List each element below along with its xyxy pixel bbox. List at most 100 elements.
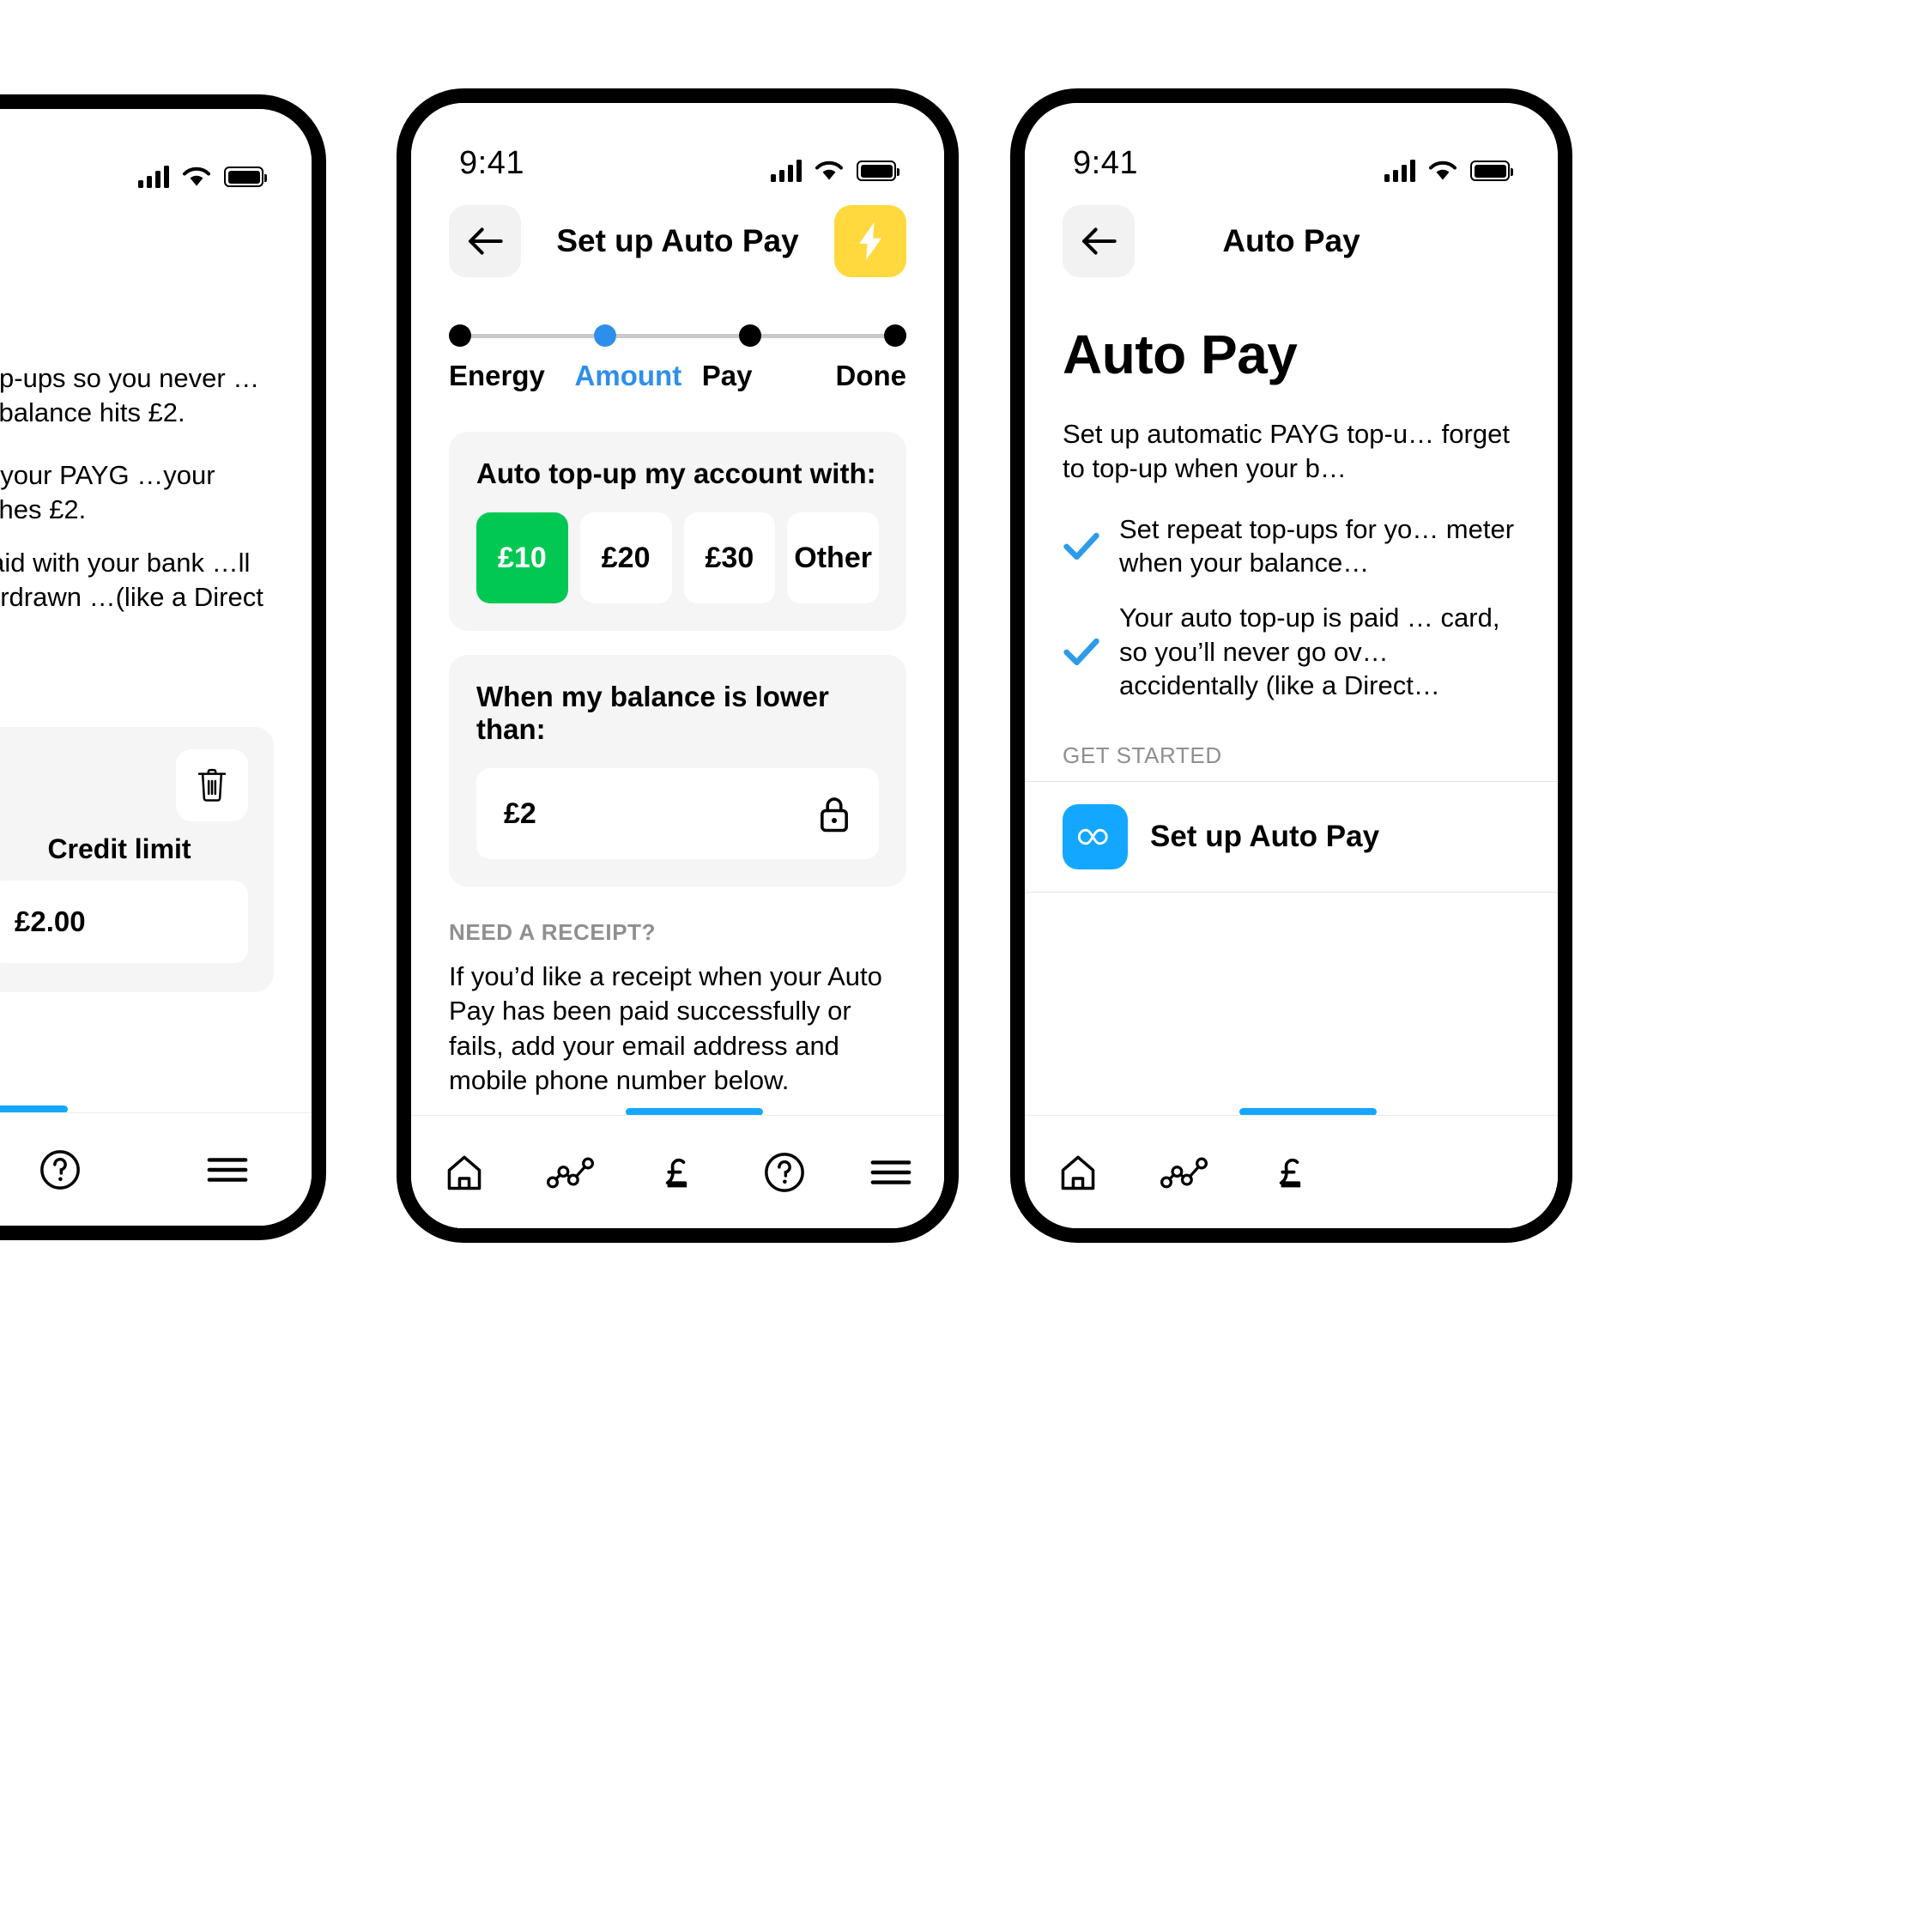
lock-icon [821,797,848,833]
credit-limit-value[interactable]: £2.00 [0,881,248,964]
topup-amount-card: Auto top-up my account with: £10 £20 £30… [449,432,906,631]
help-icon [40,1149,80,1190]
threshold-field[interactable]: £2 [476,768,879,859]
signal-icon [137,166,169,188]
tab-spacer [1345,1116,1451,1228]
back-button[interactable] [1063,205,1135,277]
back-button[interactable] [449,205,521,277]
screen-right: 9:41 Auto Pay Auto Pay Set up automatic … [1025,103,1558,1228]
infinity-icon [1063,803,1128,869]
home-icon [447,1155,481,1190]
tab-menu[interactable] [838,1116,944,1228]
credit-limit-card: Credit limit £2.00 [0,727,274,993]
back-arrow-icon [1082,227,1117,255]
credit-limit-label: Credit limit [47,833,191,865]
stepper-bar [471,333,594,338]
amount-option-20[interactable]: £20 [579,512,672,603]
stepper-bar [761,333,884,338]
tab-home[interactable] [411,1116,518,1228]
step-dot-energy[interactable] [449,324,471,347]
phone-middle: 9:41 Set up Auto Pay Energy Amount Pay D… [397,88,959,1243]
balance-threshold-card: When my balance is lower than: £2 [449,655,906,887]
page-intro: Set up automatic PAYG top-u… forget to t… [1063,419,1510,484]
tab-usage[interactable] [518,1116,624,1228]
status-time: 9:41 [459,145,524,181]
stepper-labels: Energy Amount Pay Done [449,360,906,392]
trash-icon [197,768,227,802]
wifi-icon [815,160,843,180]
screen-middle: 9:41 Set up Auto Pay Energy Amount Pay D… [411,103,944,1228]
tab-menu[interactable] [144,1113,312,1226]
step-dot-done[interactable] [884,324,906,347]
list-item-label: Set up Auto Pay [1150,819,1380,853]
pound-icon [1279,1158,1300,1187]
amount-options: £10 £20 £30 Other [476,512,879,603]
battery-icon [1470,160,1513,181]
threshold-value: £2 [504,796,536,830]
checklist-item: Your auto top-up is paid … card, so you’… [1063,601,1520,703]
tab-home[interactable] [1025,1116,1131,1228]
tab-help[interactable] [731,1116,838,1228]
left-paragraph-2: …op-ups for your PAYG …your balance reac… [0,459,215,524]
amount-option-10[interactable]: £10 [476,512,568,603]
benefits-checklist: Set repeat top-ups for yo… meter when yo… [1025,487,1558,703]
list-item-setup-autopay[interactable]: Set up Auto Pay [1025,780,1558,893]
tab-help[interactable] [0,1113,144,1226]
help-icon [764,1152,804,1192]
signal-icon [770,160,802,182]
wifi-icon [183,167,210,186]
status-bar-middle: 9:41 [411,103,944,189]
home-icon [1061,1155,1095,1190]
nav-bar-middle: Set up Auto Pay [411,189,944,283]
step-dot-pay[interactable] [739,324,761,347]
wifi-icon [1429,160,1457,180]
battery-icon [857,160,899,181]
left-paragraph-3: …op-up is paid with your bank …ll never … [0,548,263,613]
step-label-pay[interactable]: Pay [668,360,787,392]
stepper-bar [616,333,739,338]
three-phone-mockup: Auto Pay …ic PAYG top-ups so you never …… [0,0,1932,1932]
tab-bar-middle [411,1115,944,1228]
check-icon [1063,531,1100,560]
step-label-energy[interactable]: Energy [449,360,568,392]
menu-icon [207,1157,248,1182]
lightning-bolt-icon [859,221,881,261]
checklist-text: Set repeat top-ups for yo… meter when yo… [1119,513,1515,578]
signal-icon [1384,160,1415,182]
progress-stepper: Energy Amount Pay Done [411,283,944,392]
lightning-button[interactable] [834,205,906,277]
page-title: Auto Pay [0,229,312,265]
receipt-body: If you’d like a receipt when your Auto P… [449,961,882,1095]
step-dot-amount[interactable] [594,324,616,347]
usage-icon [547,1157,595,1188]
checklist-item: Set repeat top-ups for yo… meter when yo… [1063,512,1520,580]
phone-right: 9:41 Auto Pay Auto Pay Set up automatic … [1010,88,1572,1243]
battery-icon [224,167,267,187]
pound-icon [665,1158,687,1187]
threshold-card-title: When my balance is lower than: [476,681,829,745]
status-bar-left [0,109,312,195]
get-started-header: GET STARTED [1063,742,1222,768]
tab-bar-left [0,1112,312,1226]
status-icons [137,166,267,188]
delete-button[interactable] [176,749,248,822]
phone-left: Auto Pay …ic PAYG top-ups so you never …… [0,94,326,1240]
receipt-eyebrow: NEED A RECEIPT? [449,919,657,945]
tab-pay[interactable] [1238,1116,1344,1228]
menu-icon [870,1160,911,1184]
tab-spacer [1451,1116,1558,1228]
page-heading: Auto Pay [1063,324,1298,385]
screen-left: Auto Pay …ic PAYG top-ups so you never …… [0,109,312,1226]
stepper-track [449,324,906,347]
tab-usage[interactable] [1131,1116,1238,1228]
topup-card-title: Auto top-up my account with: [476,457,876,489]
amount-option-other[interactable]: Other [787,512,879,603]
step-label-done[interactable]: Done [787,360,907,392]
check-icon [1063,637,1100,666]
back-arrow-icon [469,227,503,255]
status-bar-right: 9:41 [1025,103,1558,189]
tab-pay[interactable] [624,1116,730,1228]
amount-option-30[interactable]: £30 [683,512,776,603]
credit-limit-col: Credit limit £2.00 [0,833,248,964]
status-time: 9:41 [1073,145,1138,181]
